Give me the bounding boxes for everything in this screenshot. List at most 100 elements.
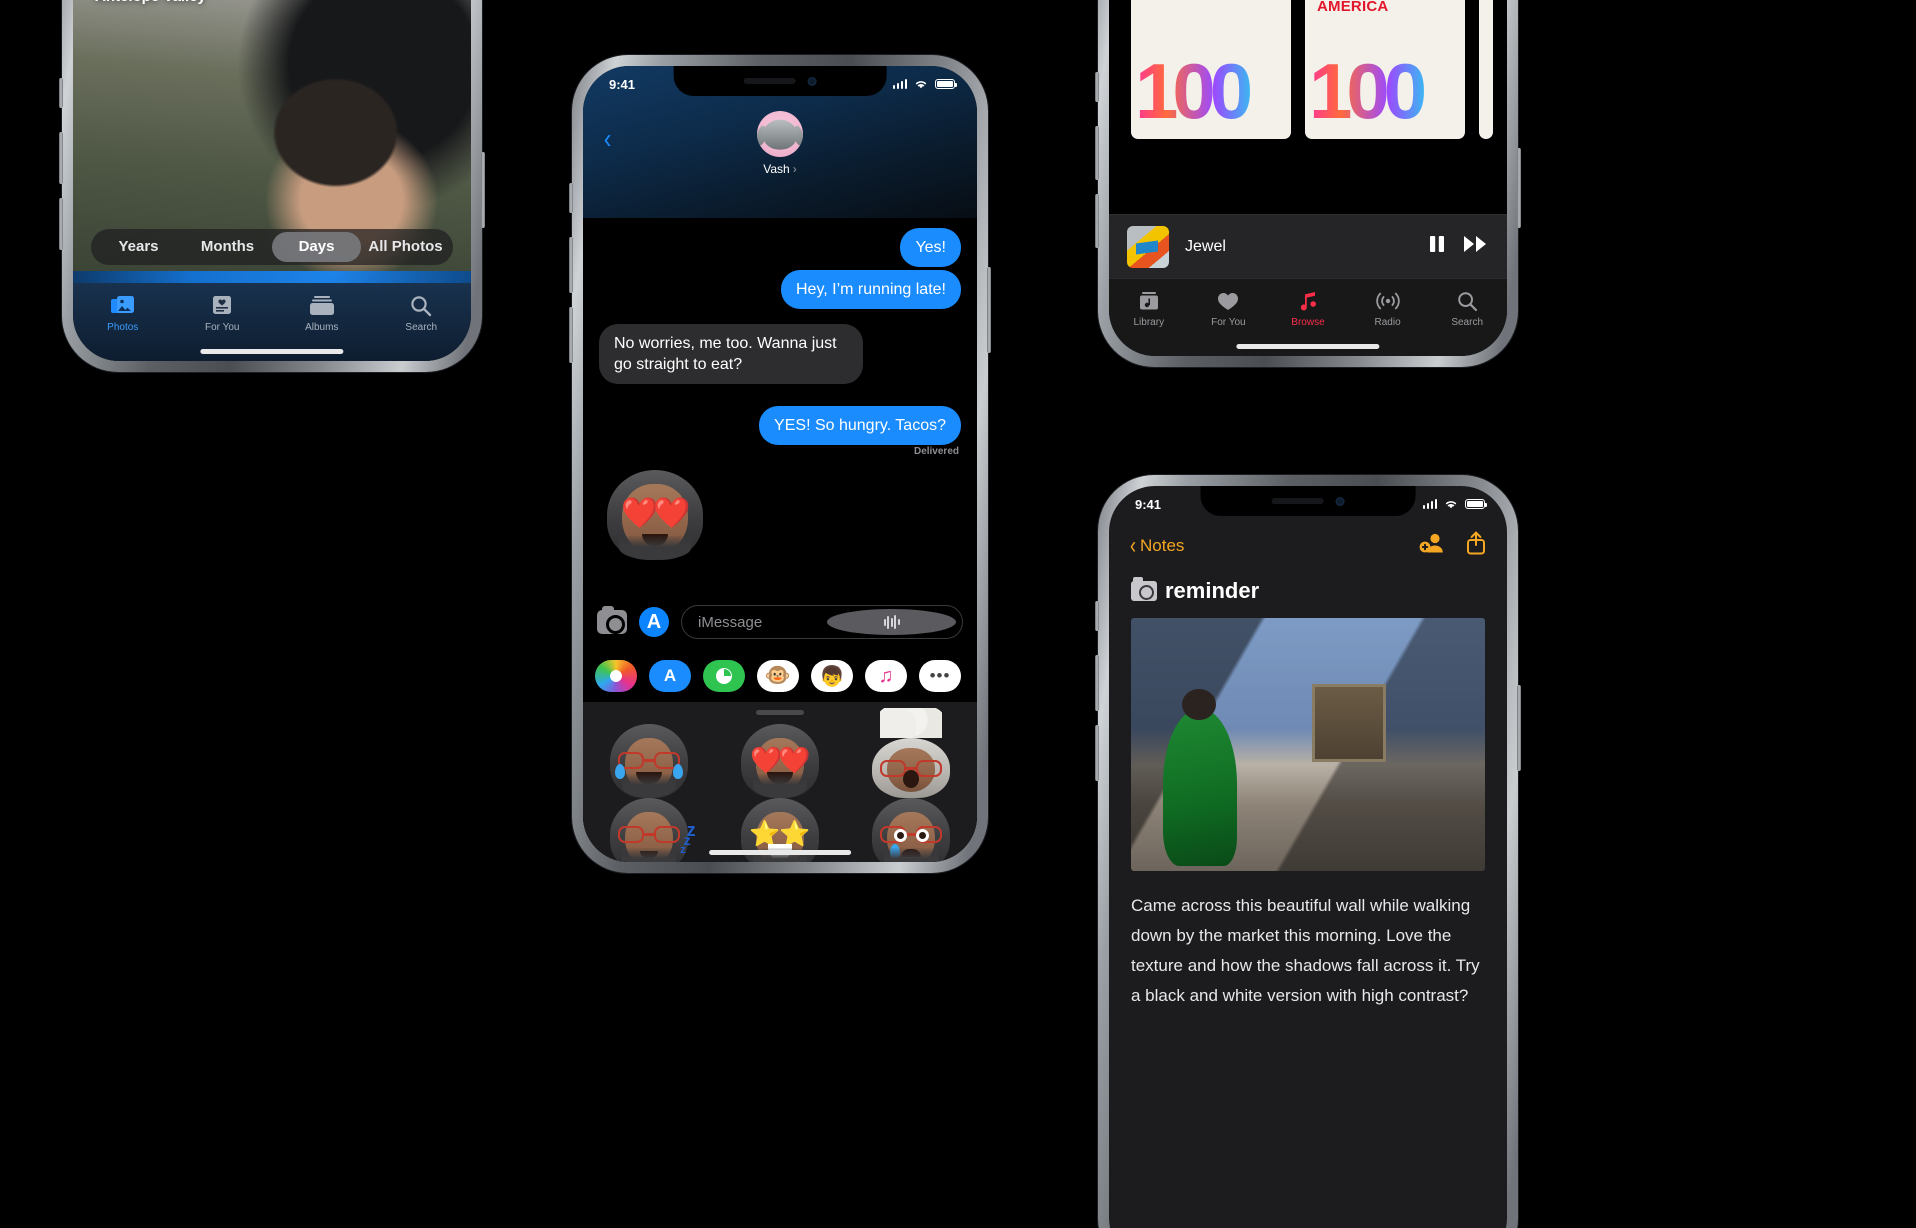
power-button[interactable] [987,267,991,353]
tab-label: For You [1211,317,1246,328]
photos-day-location: Antelope Valley [95,0,206,5]
audio-waveform-icon[interactable] [827,609,956,635]
add-person-icon[interactable] [1419,532,1445,560]
volume-up-button[interactable] [1095,126,1099,180]
tab-label: For You [205,322,240,333]
chevron-right-icon: › [792,162,797,176]
power-button[interactable] [1517,148,1521,228]
message-bubble[interactable]: Hey, I’m running late! [781,270,967,309]
segment-days[interactable]: Days [272,232,361,262]
volume-down-button[interactable] [59,198,63,250]
mute-switch[interactable] [1095,72,1099,102]
power-button[interactable] [1517,685,1521,771]
memoji-sleeping-sticker[interactable]: z z z [583,798,714,862]
status-indicators [1422,498,1487,510]
notch [673,66,887,96]
cellular-signal-icon [1422,499,1437,509]
segment-months[interactable]: Months [183,232,272,262]
tab-library[interactable]: Library [1109,288,1189,328]
message-bubble[interactable]: Yes! [900,228,967,267]
memoji-heart-eyes-sticker[interactable]: ❤️ ❤️ [714,724,845,798]
memoji-heart-eyes-sticker[interactable]: ❤️ ❤️ [607,470,707,560]
memoji-stickers-app-icon[interactable]: 👦 [811,660,853,692]
memoji-sad-tear-sticker[interactable] [846,798,977,862]
tab-for-you[interactable]: For You [1189,288,1269,328]
segment-years[interactable]: Years [94,232,183,262]
segment-all-photos[interactable]: All Photos [361,232,450,262]
wifi-icon [1445,501,1457,509]
now-playing-bar[interactable]: Jewel [1109,214,1507,278]
mute-switch[interactable] [569,183,573,213]
playlist-card-row[interactable]: TOP 100 Music GLOBAL 100 TOP 100 Music… [1131,0,1507,139]
status-indicators [892,78,957,90]
memoji-glasses [617,752,680,769]
imessage-placeholder: iMessage [698,613,763,631]
note-body[interactable]: Came across this beautiful wall while wa… [1131,891,1485,1011]
memoji-sticker-grid: ❤️ ❤️ z z z ⭐ ⭐ [583,708,977,862]
back-to-notes-button[interactable]: ‹ Notes [1129,532,1399,560]
note-title[interactable]: reminder [1131,577,1259,604]
tab-browse[interactable]: Browse [1268,288,1348,328]
avatar[interactable] [757,111,803,157]
volume-down-button[interactable] [569,307,573,363]
volume-up-button[interactable] [1095,655,1099,711]
message-bubble[interactable]: No worries, me too. Wanna just go straig… [593,324,863,384]
tab-search[interactable]: Search [1427,288,1507,328]
status-time: 9:41 [609,76,636,92]
photos-app-icon[interactable] [595,660,637,692]
home-indicator[interactable] [709,850,851,855]
chevron-left-icon[interactable]: ‹ [604,123,611,155]
power-button[interactable] [481,152,485,228]
search-icon [1427,288,1507,314]
tab-radio[interactable]: Radio [1348,288,1428,328]
tab-label: Search [405,322,438,333]
tab-search[interactable]: Search [372,293,472,333]
memoji-beard [621,848,676,862]
albums-icon [272,293,372,319]
tab-photos[interactable]: Photos [73,293,173,333]
volume-down-button[interactable] [1095,194,1099,248]
playlist-card-partial[interactable] [1479,0,1493,139]
music-app-icon[interactable]: ♫ [865,660,907,692]
messages-input-area: A iMessage A 🐵 👦 ♫ ••• ❤️ ❤️ z z z ⭐ ⭐ [583,590,977,862]
pause-icon[interactable] [1427,234,1447,260]
drag-handle[interactable] [756,710,804,715]
note-photo[interactable] [1131,618,1485,871]
mute-switch[interactable] [1095,601,1099,631]
home-indicator[interactable] [1236,344,1380,349]
imessage-app-drawer[interactable]: A 🐵 👦 ♫ ••• [583,650,977,702]
playlist-card[interactable]: TOP 100 Music GLOBAL 100 [1131,0,1291,139]
share-icon[interactable] [1465,531,1487,561]
message-bubble[interactable]: YES! So hungry. Tacos? [759,406,967,445]
camera-icon[interactable] [597,606,627,634]
memoji-sticker-pane[interactable]: ❤️ ❤️ z z z ⭐ ⭐ [583,702,977,862]
imessage-input[interactable]: iMessage [681,605,963,639]
earpiece-speaker [743,78,796,84]
tear-right [672,764,683,779]
volume-down-button[interactable] [1095,725,1099,781]
memoji-laughing-tears-sticker[interactable] [583,724,714,798]
volume-up-button[interactable] [569,237,573,293]
wifi-icon [915,81,927,89]
more-apps-icon[interactable]: ••• [919,660,961,692]
photos-segmented-control[interactable]: Years Months Days All Photos [91,229,453,265]
fast-forward-icon[interactable] [1463,235,1489,259]
playlist-card[interactable]: TOP 100 Music UNITED STATES OF AMERICA … [1305,0,1465,139]
contact-name[interactable]: Vash › [763,162,796,176]
tab-label: Search [1451,317,1484,328]
activity-app-icon[interactable] [703,660,745,692]
memoji-mind-blown-sticker[interactable] [846,708,977,798]
tab-for-you[interactable]: For You [173,293,273,333]
now-playing-title: Jewel [1185,237,1226,255]
animoji-app-icon[interactable]: 🐵 [757,660,799,692]
home-indicator[interactable] [200,349,344,354]
app-store-icon[interactable]: A [639,607,669,637]
scene-root: +7 Mar 19 Antelope Valley ••• Years Mont… [0,0,1916,1228]
tab-albums[interactable]: Albums [272,293,372,333]
app-store-app-icon[interactable]: A [649,660,691,692]
messages-screen: ‹ Vash › 9:41 Yes! Hey, I’m running late… [583,66,977,862]
cellular-signal-icon [892,79,907,89]
notes-screen: 9:41 ‹ Notes reminder Came across this b… [1109,486,1507,1228]
mute-switch[interactable] [59,78,63,108]
volume-up-button[interactable] [59,132,63,184]
